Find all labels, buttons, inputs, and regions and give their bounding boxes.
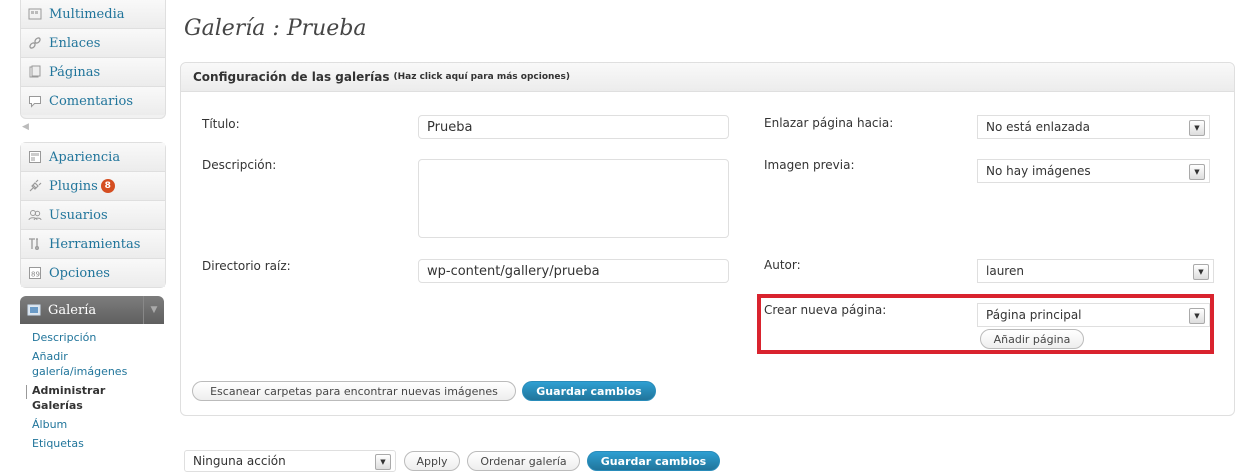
bulk-action-value: Ninguna acción	[193, 454, 286, 468]
media-icon	[27, 6, 43, 22]
menu-item-herramientas[interactable]: Herramientas	[21, 230, 165, 259]
submenu-item-etiquetas[interactable]: Etiquetas	[32, 434, 164, 453]
admin-sidebar: Multimedia Enlaces Páginas Comentarios ◀	[20, 0, 166, 468]
menu-item-multimedia[interactable]: Multimedia	[21, 0, 165, 29]
menu-group-content: Multimedia Enlaces Páginas Comentarios	[20, 0, 166, 119]
tools-icon	[27, 236, 43, 252]
menu-item-comentarios[interactable]: Comentarios	[21, 87, 165, 115]
pages-icon	[27, 64, 43, 80]
preview-image-select[interactable]: No hay imágenes ▼	[977, 159, 1210, 183]
submenu-item-anadir[interactable]: Añadir galería/imágenes	[32, 347, 142, 381]
menu-item-label: Multimedia	[49, 6, 125, 22]
preview-image-value: No hay imágenes	[986, 164, 1091, 178]
link-page-select[interactable]: No está enlazada ▼	[977, 115, 1210, 139]
annotation-highlight-box	[757, 294, 1214, 354]
svg-text:89: 89	[31, 271, 40, 279]
link-icon	[27, 35, 43, 51]
menu-item-label: Usuarios	[49, 207, 108, 223]
menu-group-admin: Apariencia Plugins 8 Usuarios Herramient…	[20, 142, 166, 288]
users-icon	[27, 207, 43, 223]
link-page-value: No está enlazada	[986, 120, 1090, 134]
author-value: lauren	[986, 264, 1024, 278]
settings-icon: 89	[27, 265, 43, 281]
options-header-hint: (Haz click aquí para más opciones)	[393, 72, 570, 82]
options-header-title: Configuración de las galerías	[193, 70, 390, 84]
submenu-item-descripcion[interactable]: Descripción	[32, 328, 164, 347]
menu-item-label: Comentarios	[49, 93, 134, 109]
chevron-down-icon: ▼	[1193, 264, 1209, 280]
chevron-down-icon: ▼	[1189, 120, 1205, 136]
menu-item-opciones[interactable]: 89 Opciones	[21, 259, 165, 287]
menu-item-plugins[interactable]: Plugins 8	[21, 172, 165, 201]
menu-item-apariencia[interactable]: Apariencia	[21, 143, 165, 172]
menu-item-usuarios[interactable]: Usuarios	[21, 201, 165, 230]
comments-icon	[27, 93, 43, 109]
plugins-update-badge: 8	[100, 179, 115, 193]
root-directory-field[interactable]: wp-content/gallery/prueba	[418, 259, 729, 283]
bulk-action-select[interactable]: Ninguna acción ▼	[184, 450, 396, 472]
chevron-down-icon: ▼	[1189, 164, 1205, 180]
save-changes-button[interactable]: Guardar cambios	[522, 381, 656, 401]
root-directory-label: Directorio raíz:	[202, 259, 291, 273]
preview-image-label: Imagen previa:	[764, 158, 855, 172]
bulk-save-changes-button[interactable]: Guardar cambios	[587, 451, 720, 471]
gallery-icon	[26, 302, 42, 318]
sort-gallery-button[interactable]: Ordenar galería	[467, 451, 580, 471]
description-label: Descripción:	[202, 158, 277, 172]
menu-item-galeria[interactable]: Galería ▼	[20, 296, 164, 324]
menu-item-label: Galería	[48, 302, 97, 318]
menu-item-label: Opciones	[49, 265, 110, 281]
scan-folders-button[interactable]: Escanear carpetas para encontrar nuevas …	[192, 381, 516, 401]
author-label: Autor:	[764, 258, 801, 272]
menu-item-label: Herramientas	[49, 236, 141, 252]
menu-item-label: Enlaces	[49, 35, 101, 51]
submenu-item-administrar[interactable]: Administrar Galerías	[32, 381, 132, 415]
options-panel-header[interactable]: Configuración de las galerías (Haz click…	[181, 63, 1234, 92]
description-textarea[interactable]	[418, 159, 729, 238]
gallery-menu: Galería ▼ Descripción Añadir galería/imá…	[20, 296, 164, 453]
menu-item-label: Apariencia	[49, 149, 121, 165]
author-select[interactable]: lauren ▼	[977, 259, 1214, 283]
appearance-icon	[27, 149, 43, 165]
page-title: Galería : Prueba	[184, 16, 367, 41]
submenu-item-album[interactable]: Álbum	[32, 415, 164, 434]
plugins-icon	[27, 178, 43, 194]
collapse-menu-icon[interactable]: ◀	[22, 122, 29, 132]
menu-item-paginas[interactable]: Páginas	[21, 58, 165, 87]
apply-button[interactable]: Apply	[404, 451, 460, 471]
title-label: Título:	[202, 117, 240, 131]
gallery-options-panel: Configuración de las galerías (Haz click…	[180, 62, 1235, 416]
menu-item-enlaces[interactable]: Enlaces	[21, 29, 165, 58]
menu-item-label: Páginas	[49, 64, 101, 80]
gallery-submenu: Descripción Añadir galería/imágenes Admi…	[20, 324, 164, 453]
title-field[interactable]: Prueba	[418, 115, 729, 139]
menu-item-label: Plugins	[49, 178, 98, 194]
submenu-toggle-icon[interactable]: ▼	[143, 296, 164, 324]
link-page-label: Enlazar página hacia:	[764, 116, 894, 130]
